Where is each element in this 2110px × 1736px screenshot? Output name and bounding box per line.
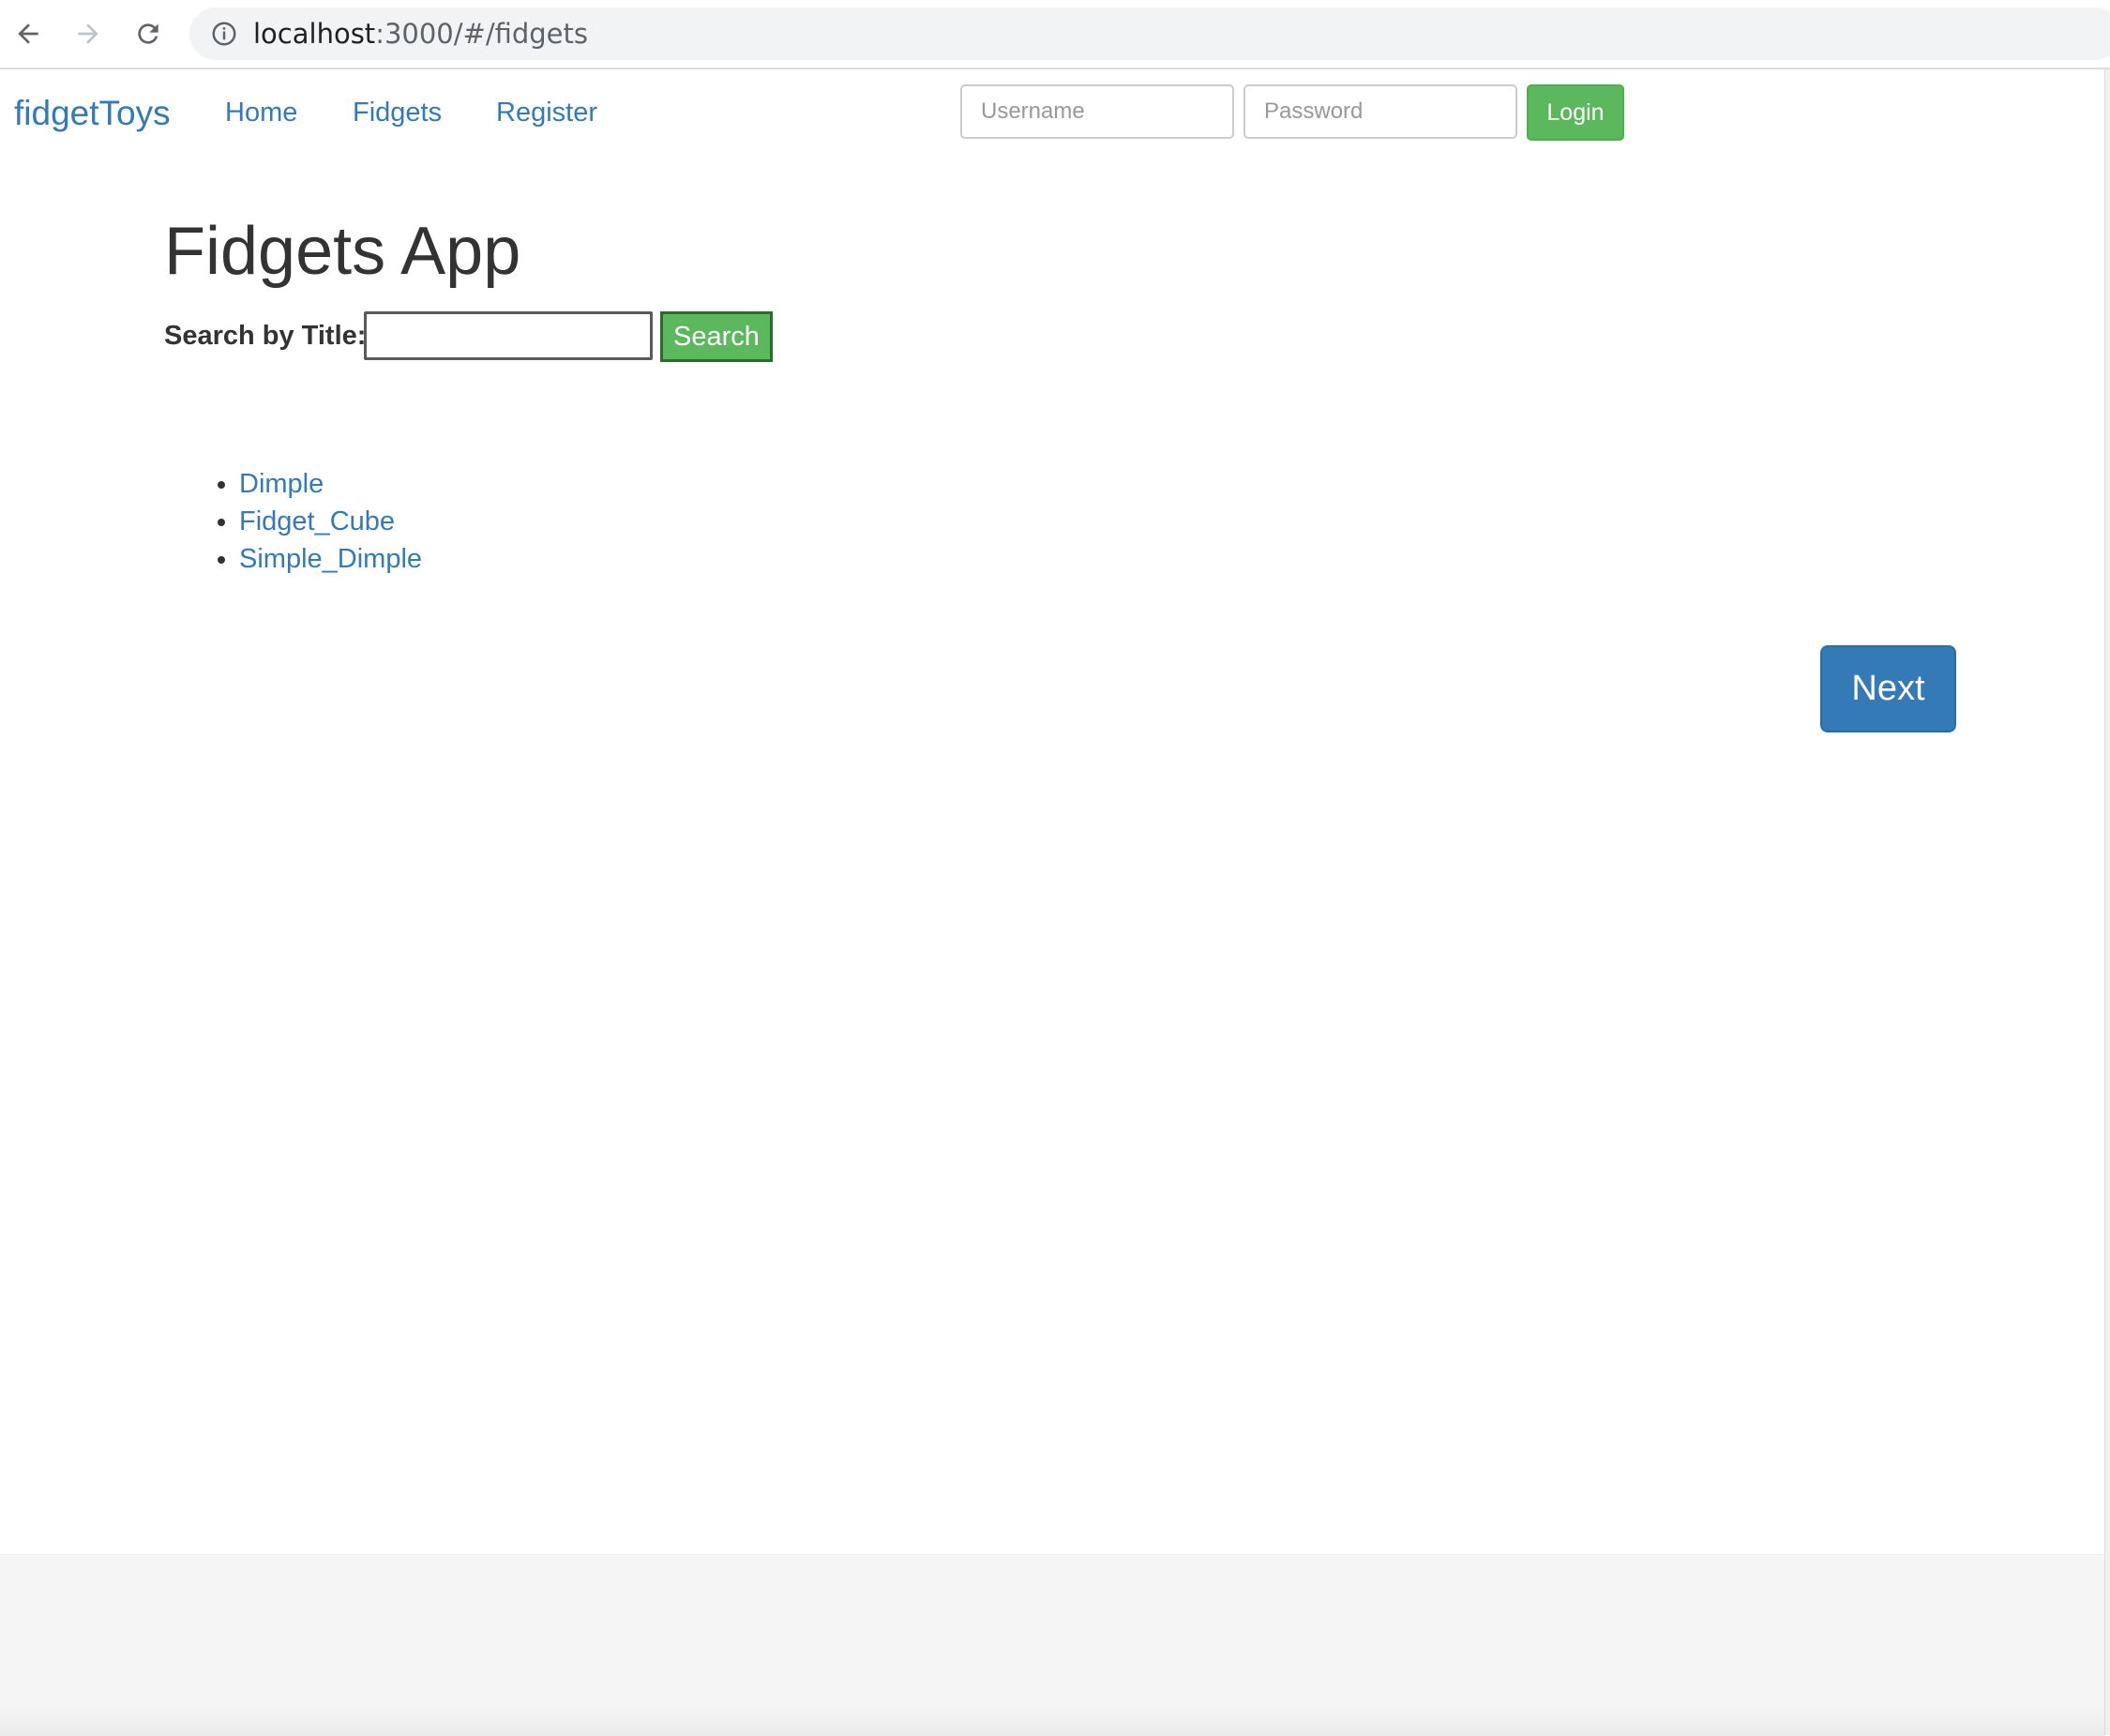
fidget-link-simple-dimple[interactable]: Simple_Dimple [239,544,422,574]
password-input[interactable] [1243,84,1517,139]
search-input[interactable] [364,311,653,360]
url-path: :3000/#/fidgets [375,18,589,50]
scrollbar[interactable] [2104,69,2110,1735]
address-bar[interactable]: localhost:3000/#/fidgets [189,8,2110,60]
search-label: Search by Title: [164,321,367,351]
nav-link-fidgets[interactable]: Fidgets [353,98,442,128]
page-viewport: fidgetToys Home Fidgets Register Login F… [0,69,2104,1736]
nav-link-home[interactable]: Home [225,98,297,128]
page-footer [0,1554,2104,1736]
next-button[interactable]: Next [1820,645,1956,732]
browser-toolbar: localhost:3000/#/fidgets [0,0,2110,69]
list-item: Dimple [239,465,422,503]
search-button[interactable]: Search [660,311,773,362]
fidget-link-fidget-cube[interactable]: Fidget_Cube [239,506,395,536]
back-arrow-icon [18,23,38,44]
page-title: Fidgets App [164,214,521,289]
nav-link-register[interactable]: Register [496,98,597,128]
login-button[interactable]: Login [1527,84,1624,141]
forward-button[interactable] [66,11,111,56]
back-button[interactable] [6,11,51,56]
username-input[interactable] [960,84,1234,139]
reload-button[interactable] [126,11,171,56]
url-host: localhost [253,18,376,50]
url-text[interactable]: localhost:3000/#/fidgets [253,8,588,60]
reload-icon [138,23,158,44]
list-item: Fidget_Cube [239,503,422,540]
list-item: Simple_Dimple [239,540,422,578]
forward-arrow-icon [78,23,98,44]
fidget-link-dimple[interactable]: Dimple [239,469,324,499]
navbar-brand[interactable]: fidgetToys [14,94,171,133]
fidget-list: Dimple Fidget_Cube Simple_Dimple [164,465,422,578]
info-icon[interactable] [210,20,238,48]
